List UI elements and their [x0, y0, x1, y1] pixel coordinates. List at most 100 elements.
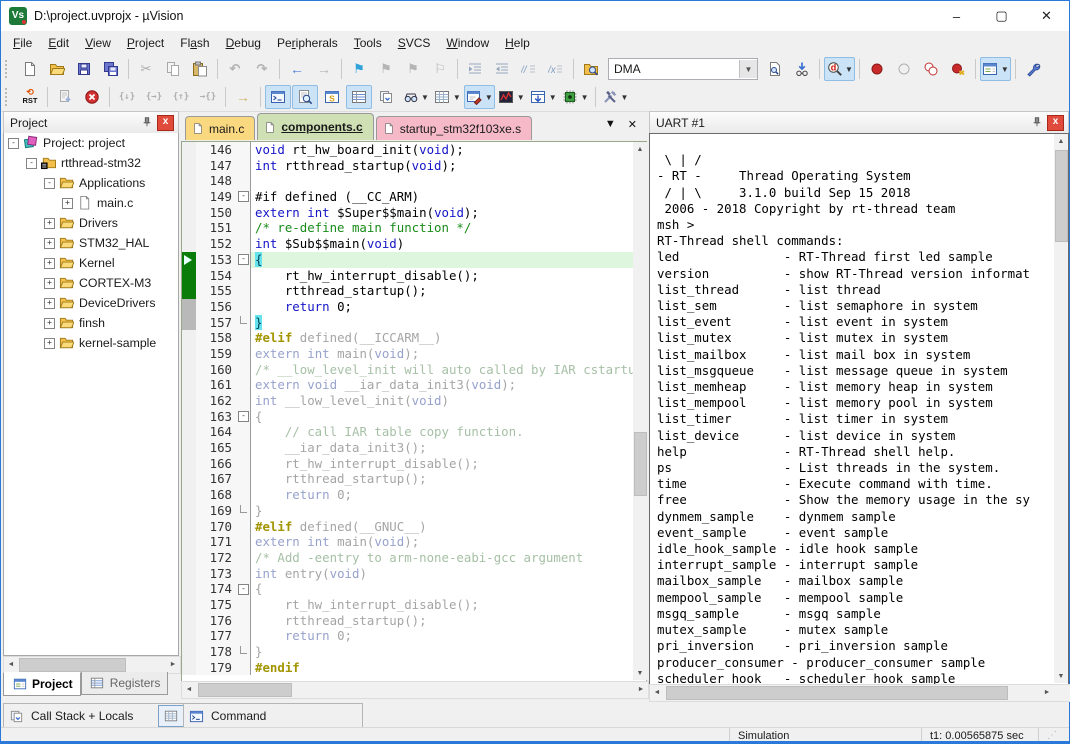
execution-margin[interactable]	[182, 566, 196, 582]
editor-tab-startup-stm32f103xe-s[interactable]: startup_stm32f103xe.s	[376, 116, 532, 140]
menu-item-help[interactable]: Help	[497, 33, 538, 53]
fold-collapse-icon[interactable]: -	[238, 254, 249, 265]
callstack-dock[interactable]: Call Stack + Locals	[3, 703, 189, 729]
execution-margin[interactable]	[182, 409, 196, 425]
execution-margin[interactable]	[182, 252, 196, 268]
chevron-down-icon[interactable]: ▼	[1001, 65, 1009, 74]
reset-cpu-button[interactable]: ⟲RST	[17, 85, 43, 109]
fold-margin[interactable]	[237, 315, 251, 331]
execution-margin[interactable]	[182, 346, 196, 362]
memory-window-button[interactable]: ▼	[432, 85, 463, 109]
stop-button[interactable]	[79, 85, 105, 109]
execution-margin[interactable]	[182, 299, 196, 315]
fold-margin[interactable]	[237, 283, 251, 299]
cut-button[interactable]: ✂	[133, 57, 159, 81]
sidebar-item-kernel-sample[interactable]: +kernel-sample	[4, 333, 178, 353]
menu-item-peripherals[interactable]: Peripherals	[269, 33, 346, 53]
menu-item-edit[interactable]: Edit	[40, 33, 77, 53]
fold-margin[interactable]	[237, 550, 251, 566]
watch-window-button[interactable]: ▼	[400, 85, 431, 109]
start-stop-debug-session-button[interactable]: d▼	[824, 57, 855, 81]
execution-margin[interactable]	[182, 158, 196, 174]
project-panel-close-icon[interactable]: x	[157, 115, 174, 131]
scroll-left-icon[interactable]: ◄	[182, 682, 196, 696]
expand-icon[interactable]: +	[44, 318, 55, 329]
pin-icon[interactable]	[1031, 116, 1043, 131]
expand-icon[interactable]: +	[44, 218, 55, 229]
collapse-icon[interactable]: -	[26, 158, 37, 169]
tab-project[interactable]: Project	[3, 672, 81, 696]
execution-margin[interactable]	[182, 424, 196, 440]
execution-margin[interactable]	[182, 220, 196, 236]
uart-hscrollbar[interactable]: ◄ ►	[649, 684, 1070, 702]
execution-margin[interactable]	[182, 377, 196, 393]
fold-margin[interactable]	[237, 346, 251, 362]
trace-window-button[interactable]: ▼	[528, 85, 559, 109]
fold-margin[interactable]	[237, 268, 251, 284]
fold-margin[interactable]	[237, 503, 251, 519]
editor-tab-components-c[interactable]: components.c	[257, 113, 373, 140]
indent-button[interactable]	[462, 57, 488, 81]
tab-list-dropdown-icon[interactable]: ▼	[605, 118, 616, 131]
editor-vscrollbar[interactable]: ▲ ▼	[633, 142, 647, 680]
close-button[interactable]: ✕	[1024, 1, 1069, 31]
chevron-down-icon[interactable]: ▼	[517, 93, 525, 102]
scroll-right-icon[interactable]: ►	[166, 657, 180, 671]
menu-item-window[interactable]: Window	[438, 33, 497, 53]
fold-margin[interactable]	[237, 566, 251, 582]
sidebar-item-kernel[interactable]: +Kernel	[4, 253, 178, 273]
pin-icon[interactable]	[141, 116, 153, 131]
menu-item-svcs[interactable]: SVCS	[390, 33, 439, 53]
scroll-right-icon[interactable]: ►	[1040, 685, 1054, 699]
fold-margin[interactable]	[237, 534, 251, 550]
fold-margin[interactable]	[237, 173, 251, 189]
execution-margin[interactable]	[182, 660, 196, 676]
uncomment-selection-button[interactable]: /x	[543, 57, 569, 81]
find-in-files-button[interactable]	[578, 57, 604, 81]
chevron-down-icon[interactable]: ▼	[621, 93, 629, 102]
fold-margin[interactable]	[237, 519, 251, 535]
enable-disable-breakpoint-button[interactable]	[891, 57, 917, 81]
step-over-button[interactable]: {→}	[141, 85, 167, 109]
execution-margin[interactable]	[182, 142, 196, 158]
previous-bookmark-button[interactable]: ⚑	[373, 57, 399, 81]
fold-margin[interactable]	[237, 440, 251, 456]
call-stack-window-button[interactable]	[373, 85, 399, 109]
fold-margin[interactable]	[237, 471, 251, 487]
fold-margin[interactable]	[237, 158, 251, 174]
menu-item-file[interactable]: File	[5, 33, 40, 53]
paste-button[interactable]	[187, 57, 213, 81]
insert-remove-breakpoint-button[interactable]	[864, 57, 890, 81]
command-window-button[interactable]	[265, 85, 291, 109]
execution-margin[interactable]	[182, 597, 196, 613]
execution-margin[interactable]	[182, 173, 196, 189]
sidebar-item-rtthread-stm32[interactable]: -rtthread-stm32	[4, 153, 178, 173]
fold-margin[interactable]	[237, 299, 251, 315]
kill-all-breakpoints-button[interactable]	[945, 57, 971, 81]
execution-margin[interactable]	[182, 283, 196, 299]
sidebar-item-devicedrivers[interactable]: +DeviceDrivers	[4, 293, 178, 313]
editor-hscrollbar[interactable]: ◄ ►	[181, 681, 649, 699]
window-views-button[interactable]: ▼	[980, 57, 1011, 81]
uart-vscrollbar[interactable]: ▲ ▼	[1054, 134, 1068, 683]
menu-item-flash[interactable]: Flash	[172, 33, 217, 53]
fold-margin[interactable]	[237, 628, 251, 644]
execution-margin[interactable]	[182, 189, 196, 205]
scroll-left-icon[interactable]: ◄	[650, 685, 664, 699]
fold-margin[interactable]	[237, 205, 251, 221]
menu-item-debug[interactable]: Debug	[218, 33, 269, 53]
menu-item-project[interactable]: Project	[119, 33, 172, 53]
fold-margin[interactable]	[237, 393, 251, 409]
fold-margin[interactable]	[237, 236, 251, 252]
debug-restore-views-button[interactable]: ▼	[600, 85, 631, 109]
serial-window-button[interactable]: ▼	[464, 85, 495, 109]
fold-margin[interactable]	[237, 142, 251, 158]
sidebar-item-project-project[interactable]: -Project: project	[4, 133, 178, 153]
comment-selection-button[interactable]: //	[516, 57, 542, 81]
execution-margin[interactable]	[182, 581, 196, 597]
sidebar-item-stm32-hal[interactable]: +STM32_HAL	[4, 233, 178, 253]
system-viewer-button[interactable]: ▼	[560, 85, 591, 109]
expand-icon[interactable]: +	[44, 258, 55, 269]
open-file-button[interactable]	[44, 57, 70, 81]
menu-item-view[interactable]: View	[77, 33, 119, 53]
